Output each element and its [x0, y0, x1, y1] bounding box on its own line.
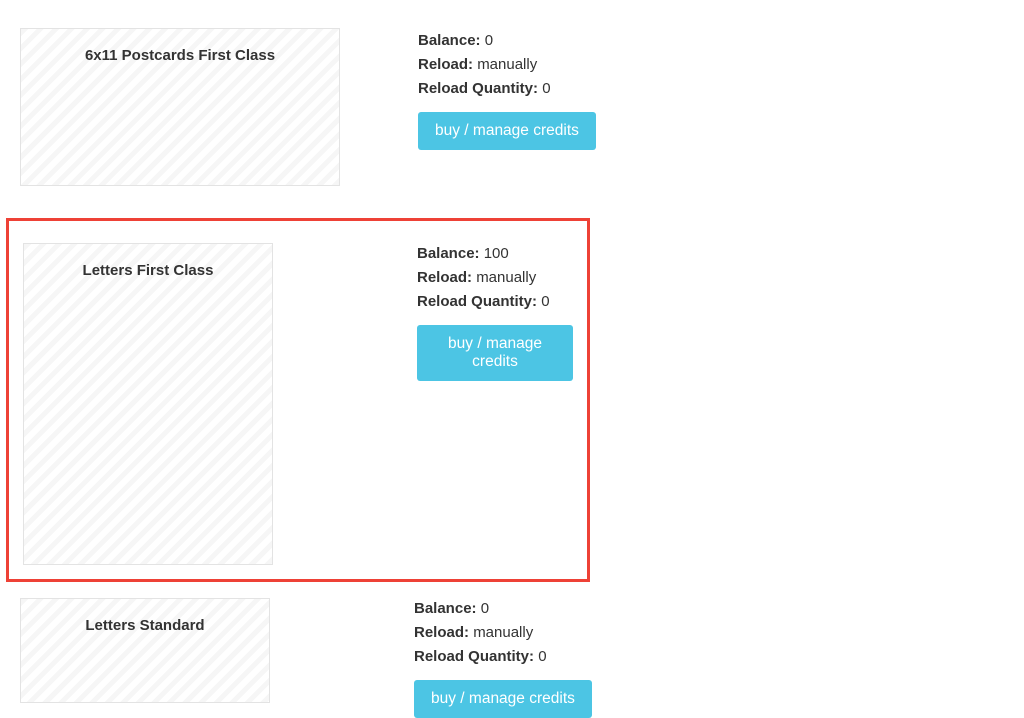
balance-value: 0 — [481, 600, 489, 617]
balance-line: Balance: 100 — [417, 245, 573, 262]
credit-card-row: 6x11 Postcards First Class Balance: 0 Re… — [20, 28, 1004, 186]
product-thumbnail: Letters First Class — [23, 243, 273, 565]
reload-value: manually — [477, 56, 537, 73]
reload-qty-value: 0 — [541, 293, 549, 310]
product-details: Balance: 0 Reload: manually Reload Quant… — [418, 28, 596, 150]
balance-label: Balance: — [418, 32, 481, 49]
balance-value: 100 — [484, 245, 509, 262]
reload-qty-label: Reload Quantity: — [418, 80, 538, 97]
reload-qty-line: Reload Quantity: 0 — [417, 293, 573, 310]
reload-qty-line: Reload Quantity: 0 — [418, 80, 596, 97]
buy-manage-credits-button[interactable]: buy / manage credits — [417, 325, 573, 381]
reload-value: manually — [476, 269, 536, 286]
reload-label: Reload: — [417, 269, 472, 286]
reload-value: manually — [473, 624, 533, 641]
reload-qty-value: 0 — [542, 80, 550, 97]
reload-label: Reload: — [418, 56, 473, 73]
product-title: 6x11 Postcards First Class — [21, 29, 339, 64]
credit-card-row-highlighted: Letters First Class Balance: 100 Reload:… — [6, 218, 590, 582]
buy-manage-credits-button[interactable]: buy / manage credits — [414, 680, 592, 718]
balance-line: Balance: 0 — [414, 600, 592, 617]
reload-line: Reload: manually — [417, 269, 573, 286]
product-thumbnail: Letters Standard — [20, 598, 270, 703]
reload-line: Reload: manually — [414, 624, 592, 641]
reload-qty-line: Reload Quantity: 0 — [414, 648, 592, 665]
reload-label: Reload: — [414, 624, 469, 641]
balance-label: Balance: — [414, 600, 477, 617]
product-thumbnail: 6x11 Postcards First Class — [20, 28, 340, 186]
product-title: Letters Standard — [21, 599, 269, 634]
balance-line: Balance: 0 — [418, 32, 596, 49]
reload-qty-value: 0 — [538, 648, 546, 665]
product-title: Letters First Class — [24, 244, 272, 279]
reload-qty-label: Reload Quantity: — [414, 648, 534, 665]
balance-value: 0 — [485, 32, 493, 49]
credit-card-row: Letters Standard Balance: 0 Reload: manu… — [20, 598, 1004, 718]
product-details: Balance: 0 Reload: manually Reload Quant… — [414, 598, 592, 718]
reload-qty-label: Reload Quantity: — [417, 293, 537, 310]
balance-label: Balance: — [417, 245, 480, 262]
buy-manage-credits-button[interactable]: buy / manage credits — [418, 112, 596, 150]
product-details: Balance: 100 Reload: manually Reload Qua… — [417, 243, 573, 381]
reload-line: Reload: manually — [418, 56, 596, 73]
